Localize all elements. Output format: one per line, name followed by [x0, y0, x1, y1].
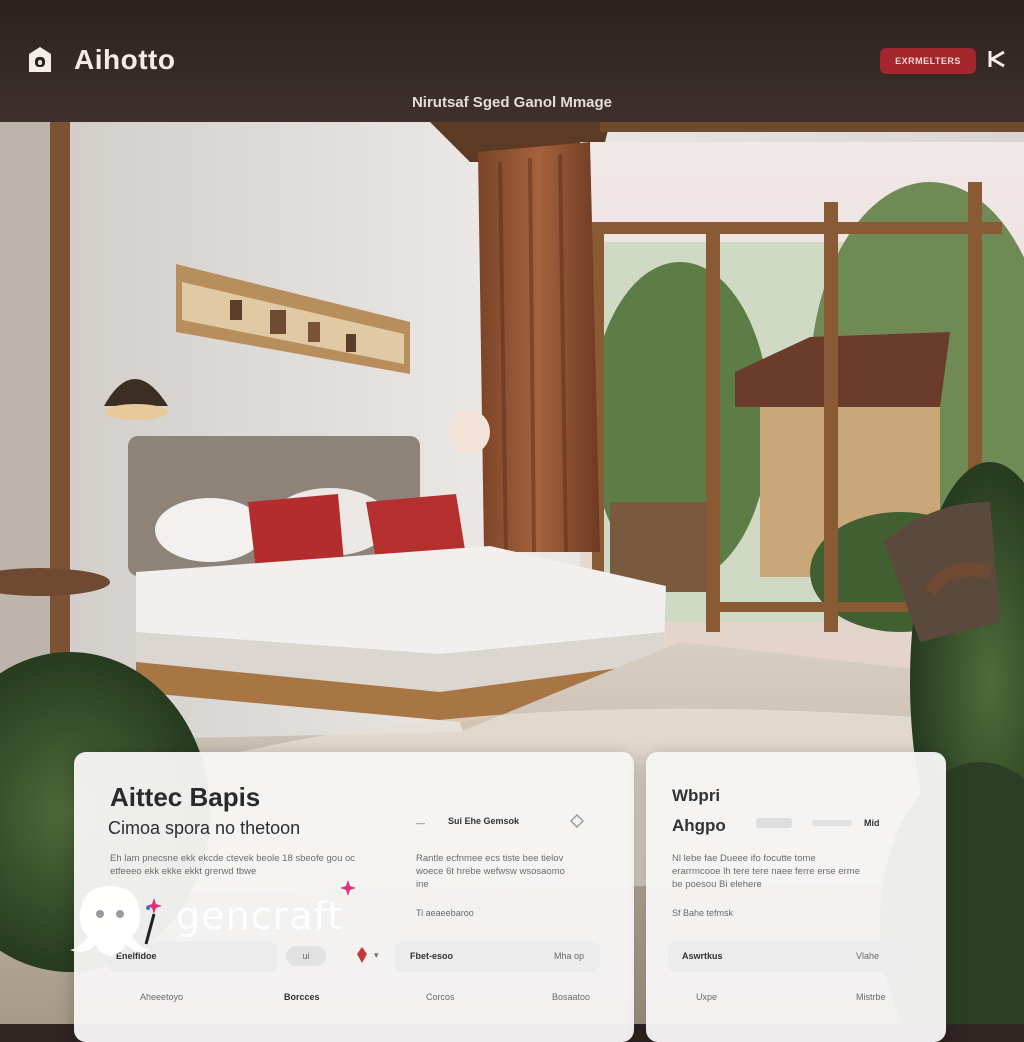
card-meta-label: Sui Ehe Gemsok [448, 816, 520, 826]
diamond-icon [570, 814, 584, 828]
footer-item-1[interactable]: Aheeetoyo [140, 992, 183, 1002]
card-description-right: Rantle ecfnmee ecs tiste bee tielov woec… [416, 853, 565, 890]
minus-icon: — [416, 818, 425, 828]
footer-item-2[interactable]: Borcces [284, 992, 320, 1002]
option-mid-label: Fbet-esoo [410, 951, 454, 961]
app-header: Aihotto EXRMELTERS Nirutsaf Sged Ganol M… [0, 0, 1024, 122]
booking-note: Sf Bahe tefmsk [672, 908, 734, 918]
home-logo-icon[interactable] [28, 46, 52, 74]
booking-card: Wbpri Ahgpo Mid Nl lebe fae Dueee ifo fo… [646, 752, 946, 1042]
close-icon[interactable] [986, 48, 1008, 70]
booking-option-label: Aswrtkus [682, 951, 723, 961]
header-action-button[interactable]: EXRMELTERS [880, 48, 976, 74]
watermark-text: gencraft [176, 894, 343, 938]
card-title: Aittec Bapis [110, 782, 261, 812]
booking-footer-item-1[interactable]: Uxpe [696, 992, 717, 1002]
app-title: Aihotto [74, 44, 176, 75]
option-mid-value: Mha op [554, 951, 585, 961]
card-subtitle: Cimoa spora no thetoon [108, 818, 301, 838]
placeholder-bar-2 [812, 820, 852, 826]
option-row-mid[interactable]: Fbet-esoo Mha op [394, 942, 600, 972]
card-description-left: Eh lam pnecsne ekk ekcde ctevek beole 18… [110, 853, 356, 877]
booking-option-value: Vlahe [856, 951, 880, 961]
booking-option-row[interactable]: Aswrtkus Vlahe [668, 942, 902, 972]
booking-description: Nl lebe fae Dueee ifo focutte tome erarr… [672, 853, 860, 890]
footer-item-4[interactable]: Bosaatoo [552, 992, 590, 1002]
booking-subtitle: Ahgpo [672, 816, 726, 835]
dropdown-glyph: ▾ [374, 950, 379, 960]
booking-footer-item-2[interactable]: Mistrbe [856, 992, 886, 1002]
booking-chip[interactable]: Mid [864, 818, 880, 828]
card-small-note: Ti aeaeebaroo [416, 908, 474, 918]
booking-title: Wbpri [672, 786, 721, 805]
footer-item-3[interactable]: Corcos [426, 992, 455, 1002]
page-subtitle: Nirutsaf Sged Ganol Mmage [411, 94, 613, 111]
placeholder-bar [756, 818, 792, 828]
